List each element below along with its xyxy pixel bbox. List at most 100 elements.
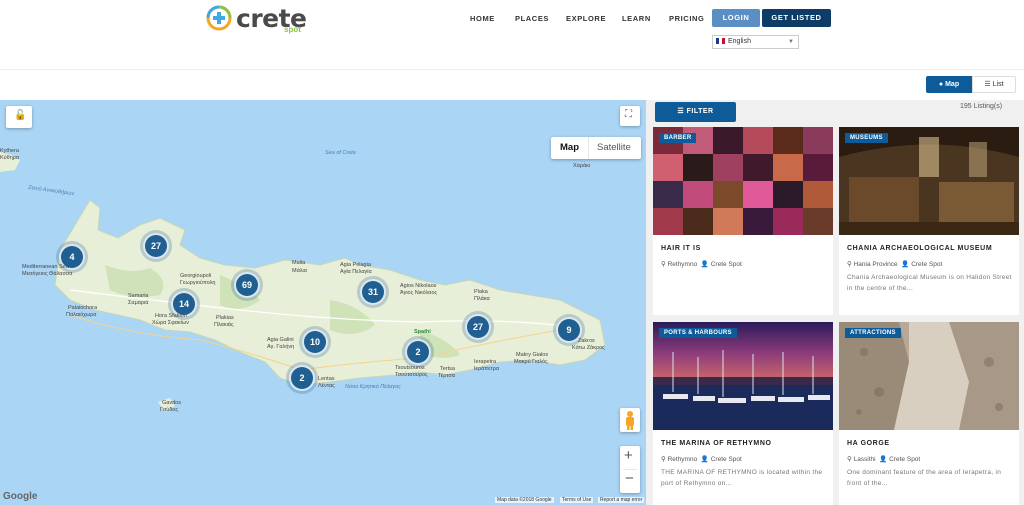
- map-label: Άγιος Νικόλαος: [400, 290, 438, 296]
- unlock-icon: 🔓: [14, 110, 27, 121]
- map-cluster[interactable]: 31: [360, 279, 386, 305]
- listing-title[interactable]: CHANIA ARCHAEOLOGICAL MUSEUM: [847, 245, 992, 252]
- listing-title[interactable]: HAIR IT IS: [661, 245, 701, 252]
- list-view-label: List: [992, 81, 1004, 88]
- category-tag[interactable]: BARBER: [659, 133, 697, 143]
- map-label: Γεωργιούπολη: [180, 280, 216, 286]
- listing-location: Rethymno: [667, 456, 698, 463]
- map-label: Makry Gialos: [516, 352, 549, 358]
- map-cluster[interactable]: 10: [302, 329, 328, 355]
- language-select[interactable]: English ▼: [712, 35, 799, 49]
- listing-author: Crete Spot: [710, 261, 742, 268]
- map-label: Palaiochora: [68, 305, 98, 311]
- category-tag[interactable]: MUSEUMS: [845, 133, 888, 143]
- map-label: Malia: [292, 260, 306, 266]
- login-button[interactable]: LOGIN: [712, 9, 760, 27]
- map-data-attribution: Map data ©2018 Google: [495, 497, 554, 503]
- site-header: crete spot HOME PLACES EXPLORE LEARN PRI…: [0, 0, 1024, 70]
- map-label: Κάτω Ζάκρος: [572, 345, 605, 351]
- listing-title[interactable]: HA GORGE: [847, 440, 890, 447]
- map-label: Παλαιόχωρα: [66, 312, 97, 318]
- category-tag[interactable]: ATTRACTIONS: [845, 328, 901, 338]
- map-canvas[interactable]: 🔓 ⛶ Map Satellite + − 4 27 14 69 31 10 2…: [0, 100, 646, 505]
- map-type-control: Map Satellite: [551, 137, 641, 159]
- listing-card[interactable]: ATTRACTIONS HA GORGE ⚲ Lassithi 👤 Crete …: [839, 322, 1019, 505]
- zoom-control: + −: [620, 446, 640, 493]
- listing-meta: ⚲ Rethymno 👤 Crete Spot: [661, 260, 742, 268]
- map-cluster[interactable]: 27: [465, 314, 491, 340]
- lock-map-button[interactable]: 🔓: [6, 106, 32, 128]
- map-label: Tertsa: [440, 366, 455, 372]
- listing-description: THE MARINA OF RETHYMNO is located within…: [661, 469, 823, 487]
- map-label: Kythera: [0, 148, 19, 154]
- map-label: Plaka: [474, 289, 488, 295]
- nav-places[interactable]: PLACES: [515, 14, 549, 23]
- map-cluster[interactable]: 27: [143, 233, 169, 259]
- map-label: Georgioupoli: [180, 273, 212, 279]
- map-label: Χώρα Σφακίων: [152, 320, 189, 326]
- listing-image[interactable]: BARBER: [653, 127, 833, 235]
- language-value: English: [728, 38, 751, 45]
- chevron-down-icon: ▼: [788, 39, 794, 45]
- listing-image[interactable]: ATTRACTIONS: [839, 322, 1019, 430]
- category-tag[interactable]: PORTS & HARBOURS: [659, 328, 737, 338]
- map-label: Ierapetra: [474, 359, 497, 365]
- map-type-satellite-button[interactable]: Satellite: [597, 142, 631, 153]
- nav-pricing[interactable]: PRICING: [669, 14, 704, 23]
- listing-meta: ⚲ Rethymno 👤 Crete Spot: [661, 455, 742, 463]
- listing-count: 195 Listing(s): [960, 103, 1003, 110]
- zoom-in-button[interactable]: +: [624, 447, 633, 464]
- user-icon: 👤: [879, 456, 888, 463]
- map-label: Lentas: [318, 376, 335, 382]
- terms-of-use-link[interactable]: Terms of Use: [560, 497, 594, 503]
- nav-home[interactable]: HOME: [470, 14, 495, 23]
- filter-label: FILTER: [686, 108, 714, 115]
- listing-image[interactable]: PORTS & HARBOURS: [653, 322, 833, 430]
- logo-icon: [206, 5, 232, 31]
- listing-location: Hania Province: [853, 261, 898, 268]
- map-label: Μεσόγειος Θάλασσα: [22, 271, 73, 277]
- map-view-button[interactable]: ● Map: [926, 76, 972, 93]
- map-label: Αγ. Γαλήνη: [267, 344, 295, 350]
- report-map-error-link[interactable]: Report a map error: [598, 497, 645, 503]
- get-listed-button[interactable]: GET LISTED: [762, 9, 831, 27]
- map-label: Αγία Πελαγία: [340, 269, 372, 275]
- map-label: Τέρτσα: [438, 373, 455, 379]
- map-label: Χαράκι: [573, 163, 591, 169]
- nav-explore[interactable]: EXPLORE: [566, 14, 606, 23]
- list-icon: ☰: [984, 81, 993, 88]
- filter-button[interactable]: ☰ FILTER: [655, 102, 736, 122]
- map-label: Πλάκα: [474, 296, 490, 302]
- listing-card[interactable]: PORTS & HARBOURS THE MARINA OF RETHYMNO …: [653, 322, 833, 505]
- listing-image[interactable]: MUSEUMS: [839, 127, 1019, 235]
- map-label: Mediterranean Sea: [22, 264, 69, 270]
- list-view-button[interactable]: ☰ List: [972, 76, 1016, 93]
- location-pin-icon: ⚲: [847, 456, 852, 463]
- location-pin-icon: ⚲: [661, 456, 666, 463]
- map-cluster[interactable]: 2: [289, 365, 315, 391]
- user-icon: 👤: [700, 261, 709, 268]
- listing-title[interactable]: THE MARINA OF RETHYMNO: [661, 440, 772, 447]
- site-logo[interactable]: crete spot: [206, 4, 307, 34]
- museum-interior-image: [839, 127, 1019, 235]
- fullscreen-button[interactable]: ⛶: [620, 106, 640, 126]
- nav-learn[interactable]: LEARN: [622, 14, 651, 23]
- map-label: Κύθηρα: [0, 155, 20, 161]
- map-type-map-button[interactable]: Map: [560, 142, 579, 153]
- zoom-out-button[interactable]: −: [625, 470, 634, 487]
- map-type-divider: [588, 137, 589, 159]
- map-label: Τσούτσουρος: [395, 372, 428, 378]
- hair-collage-image: [653, 127, 833, 235]
- map-label: Zakros: [578, 338, 595, 344]
- listing-card[interactable]: BARBER HAIR IT IS ⚲ Rethymno 👤 Crete Spo…: [653, 127, 833, 315]
- filter-icon: ☰: [677, 108, 687, 115]
- street-view-pegman[interactable]: [620, 408, 640, 432]
- map-label: Σαμαριά: [128, 300, 149, 306]
- map-label: Gavdos: [162, 400, 181, 406]
- uk-flag-icon: [716, 38, 725, 45]
- map-cluster[interactable]: 2: [405, 339, 431, 365]
- user-icon: 👤: [700, 456, 709, 463]
- map-cluster[interactable]: 69: [234, 272, 260, 298]
- listing-card[interactable]: MUSEUMS CHANIA ARCHAEOLOGICAL MUSEUM ⚲ H…: [839, 127, 1019, 315]
- listing-author: Crete Spot: [911, 261, 943, 268]
